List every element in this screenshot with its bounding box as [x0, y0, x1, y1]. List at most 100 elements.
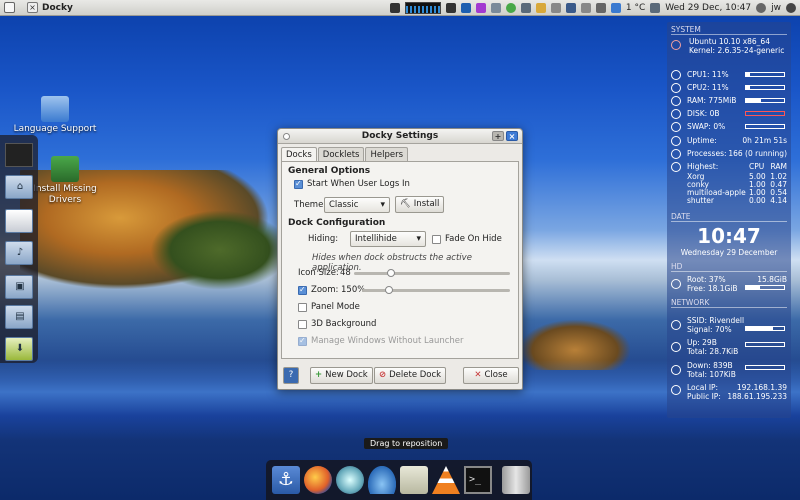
zoom-checkbox[interactable] [298, 285, 307, 295]
anchor-icon[interactable]: ⚓ [272, 466, 300, 494]
bluetooth-icon[interactable] [565, 3, 576, 13]
computer-icon[interactable] [5, 143, 33, 167]
zoom-slider-knob[interactable] [384, 286, 393, 294]
cpu-icon [671, 83, 681, 93]
network-heading: NETWORK [671, 298, 710, 307]
fade-on-hide-checkbox[interactable] [432, 234, 441, 244]
tab-helpers[interactable]: Helpers [365, 147, 409, 162]
system-tray: 1 °C Wed 29 Dec, 10:47 jw [389, 0, 796, 16]
conky-system-monitor: SYSTEM Ubuntu 10.10 x86_64 Kernel: 2.6.3… [667, 22, 791, 418]
messaging-icon[interactable] [580, 3, 591, 13]
gear-icon[interactable] [475, 3, 486, 13]
documents-folder-icon[interactable] [5, 209, 33, 233]
wifi-icon[interactable] [520, 3, 531, 13]
checkmark-icon[interactable] [505, 3, 516, 13]
volume-icon[interactable] [595, 3, 606, 13]
close-window-button[interactable]: × [506, 131, 518, 141]
docky-bottom-dock: ⚓ >_ [266, 460, 532, 500]
install-button-label: Install [413, 199, 440, 209]
theme-select[interactable]: Classic [324, 196, 390, 213]
process-name: shutter [687, 196, 714, 205]
close-window-icon[interactable]: × [27, 2, 38, 13]
videos-folder-icon[interactable]: ▤ [5, 305, 33, 329]
mail-icon[interactable] [550, 3, 561, 13]
drag-tooltip: Drag to reposition [364, 438, 449, 449]
uptime-label: Uptime: [687, 136, 717, 145]
trash-icon[interactable] [502, 466, 530, 494]
dialog-titlebar[interactable]: Docky Settings + × [278, 129, 522, 144]
panel-mode-row[interactable]: Panel Mode [298, 302, 360, 312]
docky-app-icon[interactable] [4, 2, 15, 13]
3d-background-row[interactable]: 3D Background [298, 319, 376, 329]
monitor-icon[interactable] [389, 3, 400, 13]
update-notifier-icon[interactable] [460, 3, 471, 13]
ram-usage: RAM: 775MiB [687, 96, 737, 105]
clock[interactable]: Wed 29 Dec, 10:47 [665, 3, 751, 13]
maximize-button[interactable]: + [492, 131, 504, 141]
weather-icon[interactable] [490, 3, 501, 13]
system-monitor-graph-icon[interactable] [404, 2, 441, 14]
ram-icon [671, 96, 681, 106]
weather-cloud-icon[interactable] [610, 3, 621, 13]
signal-bar [745, 326, 785, 331]
3d-background-checkbox[interactable] [298, 319, 307, 329]
icon-size-slider-knob[interactable] [387, 269, 396, 277]
panel-mode-label: Panel Mode [311, 302, 360, 312]
firefox-icon[interactable] [304, 466, 332, 494]
downloads-folder-icon[interactable]: ⬇ [5, 337, 33, 361]
left-launcher-dock: ⌂ ♪ ▣ ▤ ⬇ [0, 135, 38, 363]
help-button[interactable]: ? [283, 367, 299, 384]
3d-background-label: 3D Background [311, 319, 377, 329]
public-ip-label: Public IP: [687, 392, 721, 401]
start-on-login-row[interactable]: Start When User Logs In [294, 179, 410, 189]
window-menu-icon[interactable] [283, 133, 290, 140]
dialog-title: Docky Settings [361, 131, 439, 141]
close-button[interactable]: ✕ Close [463, 367, 519, 384]
clipboard-icon[interactable] [535, 3, 546, 13]
disk-icon [671, 109, 681, 119]
process-cpu: 0.00 [749, 196, 766, 205]
new-dock-button[interactable]: + New Dock [310, 367, 373, 384]
terminal-icon[interactable]: >_ [464, 466, 492, 494]
pictures-folder-icon[interactable]: ▣ [5, 275, 33, 299]
delete-dock-button[interactable]: ⊘ Delete Dock [374, 367, 447, 384]
zoom-slider[interactable] [362, 286, 510, 294]
system-heading: SYSTEM [671, 25, 701, 34]
manage-windows-label: Manage Windows Without Launcher [311, 336, 464, 346]
power-icon[interactable] [786, 3, 796, 13]
cpu2-bar [745, 85, 785, 90]
network-graph-icon[interactable] [445, 3, 456, 13]
root-usage: Root: 37% [687, 275, 726, 284]
username[interactable]: jw [771, 3, 781, 13]
tab-docks[interactable]: Docks [281, 147, 317, 162]
cpu2-usage: CPU2: 11% [687, 83, 729, 92]
process-ram: 4.14 [770, 196, 787, 205]
active-app-title: Docky [42, 2, 73, 13]
hiding-label: Hiding: [308, 234, 339, 244]
vlc-cone-icon[interactable] [432, 466, 460, 494]
install-theme-button[interactable]: ⛏ Install [395, 196, 445, 213]
hiding-select[interactable]: Intellihide [350, 231, 426, 247]
uptime-value: 0h 21m 51s [742, 136, 787, 145]
weather-icon[interactable] [336, 466, 364, 494]
zoom-row: Zoom: 150% [298, 285, 365, 295]
home-folder-icon[interactable]: ⌂ [5, 175, 33, 199]
dialog-footer: ? + New Dock ⊘ Delete Dock ✕ Close [278, 365, 524, 389]
icon-size-value: 48 [340, 268, 351, 278]
user-icon[interactable] [756, 3, 767, 13]
globe-icon [41, 96, 69, 122]
temperature-readout[interactable]: 1 °C [626, 3, 645, 13]
calendar-icon [650, 3, 661, 13]
hard-disk-icon [671, 279, 681, 289]
speaker-icon[interactable] [400, 466, 428, 494]
icon-size-slider[interactable] [354, 269, 510, 277]
ssid: SSID: Rivendell [687, 316, 745, 325]
start-on-login-checkbox[interactable] [294, 179, 303, 189]
droplet-icon[interactable] [368, 466, 396, 494]
theme-label: Theme: [294, 199, 327, 210]
swap-icon [671, 122, 681, 132]
panel-mode-checkbox[interactable] [298, 302, 307, 312]
desktop-icon-language-support[interactable]: Language Support [10, 96, 100, 135]
tab-docklets[interactable]: Docklets [317, 147, 365, 162]
music-folder-icon[interactable]: ♪ [5, 241, 33, 265]
